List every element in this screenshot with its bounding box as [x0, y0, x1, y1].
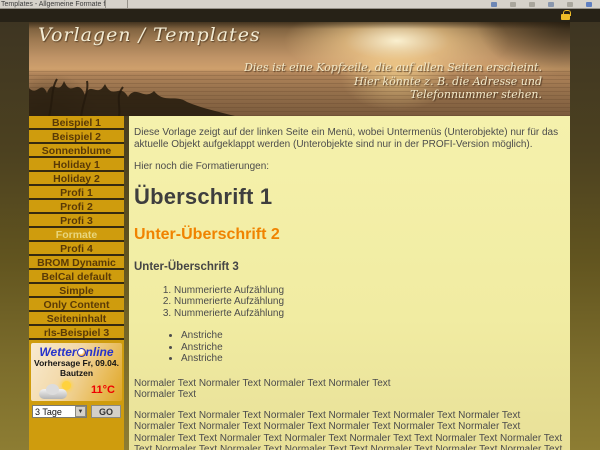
forecast-range-value: 3 Tage	[35, 407, 62, 417]
sun-logo-icon	[77, 348, 86, 357]
site-container: Vorlagen / Templates Dies ist eine Kopfz…	[29, 22, 570, 450]
normal-text-block: Normaler Text Normaler Text Normaler Tex…	[134, 378, 564, 401]
screen: Templates - Allgemeine Formate für Texte…	[0, 0, 600, 450]
page-background: Vorlagen / Templates Dies ist eine Kopfz…	[0, 22, 600, 450]
tagline-line: Dies ist eine Kopfzeile, die auf allen S…	[244, 61, 542, 75]
tagline-line: Hier könnte z. B. die Adresse und	[244, 75, 542, 89]
body-row: Beispiel 1Beispiel 2SonnenblumeHoliday 1…	[29, 116, 570, 450]
sidebar-menu-item[interactable]: Profi 2	[29, 200, 124, 214]
sidebar-menu-item[interactable]: Sonnenblume	[29, 144, 124, 158]
numbered-list: Nummerierte AufzählungNummerierte Aufzäh…	[134, 285, 564, 320]
weather-controls: 3 Tage ▼ GO	[29, 402, 124, 418]
bullet-list-item: Anstriche	[181, 330, 564, 342]
weather-widget: Wetternline Vorhersage Fr, 09.04. Bautze…	[29, 341, 124, 450]
toolbar-icon[interactable]	[586, 2, 592, 7]
partly-cloudy-icon	[38, 382, 74, 399]
header-tagline: Dies ist eine Kopfzeile, die auf allen S…	[244, 61, 542, 102]
logo-text-online: nline	[86, 345, 114, 359]
sidebar-menu-item[interactable]: BROM Dynamic	[29, 256, 124, 270]
sidebar-menu-item[interactable]: Holiday 1	[29, 158, 124, 172]
lock-icon	[561, 14, 570, 20]
toolbar-icon[interactable]	[491, 2, 497, 7]
browser-toolbar	[491, 2, 600, 7]
city-label: Bautzen	[31, 369, 122, 379]
logo-text-wetter: Wetter	[39, 345, 76, 359]
heading-level-3: Unter-Überschrift 3	[134, 261, 564, 273]
sidebar-menu-item[interactable]: BelCal default	[29, 270, 124, 284]
numbered-list-item: Nummerierte Aufzählung	[174, 308, 564, 320]
sidebar-menu-item[interactable]: Profi 4	[29, 242, 124, 256]
weather-card: Wetternline Vorhersage Fr, 09.04. Bautze…	[31, 343, 122, 401]
toolbar-icon[interactable]	[510, 2, 516, 7]
forecast-range-select[interactable]: 3 Tage ▼	[32, 405, 87, 418]
intro-paragraph: Diese Vorlage zeigt auf der linken Seite…	[134, 127, 564, 150]
sidebar: Beispiel 1Beispiel 2SonnenblumeHoliday 1…	[29, 116, 124, 450]
sidebar-menu-item[interactable]: Profi 1	[29, 186, 124, 200]
sidebar-menu-item[interactable]: Beispiel 2	[29, 130, 124, 144]
toolbar-icon[interactable]	[567, 2, 573, 7]
sidebar-menu-item[interactable]: Only Content	[29, 298, 124, 312]
header-image: Vorlagen / Templates Dies ist eine Kopfz…	[29, 22, 570, 116]
browser-tab-stub[interactable]	[106, 0, 128, 8]
bullet-list-item: Anstriche	[181, 342, 564, 354]
sidebar-menu: Beispiel 1Beispiel 2SonnenblumeHoliday 1…	[29, 116, 124, 340]
sidebar-menu-item[interactable]: Seiteninhalt	[29, 312, 124, 326]
long-text-block: Normaler Text Normaler Text Normaler Tex…	[134, 410, 564, 450]
temperature-value: 11°C	[91, 384, 115, 396]
heading-level-1: Überschrift 1	[134, 184, 564, 210]
sidebar-menu-item[interactable]: Profi 3	[29, 214, 124, 228]
site-title: Vorlagen / Templates	[38, 24, 261, 46]
browser-tab-bar: Templates - Allgemeine Formate für Texte…	[0, 0, 600, 9]
bullet-list-item: Anstriche	[181, 353, 564, 365]
main-content: Diese Vorlage zeigt auf der linken Seite…	[129, 116, 570, 450]
numbered-list-item: Nummerierte Aufzählung	[174, 285, 564, 297]
window-top-strip	[0, 9, 600, 22]
bullet-list: AnstricheAnstricheAnstriche	[134, 330, 564, 365]
browser-tab-title[interactable]: Templates - Allgemeine Formate für Texte…	[0, 0, 106, 8]
formats-intro-label: Hier noch die Formatierungen:	[134, 161, 564, 173]
sidebar-menu-item[interactable]: Beispiel 1	[29, 116, 124, 130]
sidebar-menu-item[interactable]: Holiday 2	[29, 172, 124, 186]
sidebar-menu-item[interactable]: Simple	[29, 284, 124, 298]
dropdown-arrow-icon[interactable]: ▼	[75, 406, 86, 417]
heading-level-2: Unter-Überschrift 2	[134, 226, 564, 244]
go-button[interactable]: GO	[91, 405, 121, 418]
numbered-list-item: Nummerierte Aufzählung	[174, 296, 564, 308]
tagline-line: Telefonnummer stehen.	[244, 88, 542, 102]
conditions-row: 11°C	[31, 378, 122, 400]
toolbar-icon[interactable]	[548, 2, 554, 7]
toolbar-icon[interactable]	[529, 2, 535, 7]
sidebar-menu-item[interactable]: Formate	[29, 228, 124, 242]
dune-grass-silhouette	[29, 71, 239, 116]
sidebar-menu-item[interactable]: rls-Beispiel 3	[29, 326, 124, 340]
